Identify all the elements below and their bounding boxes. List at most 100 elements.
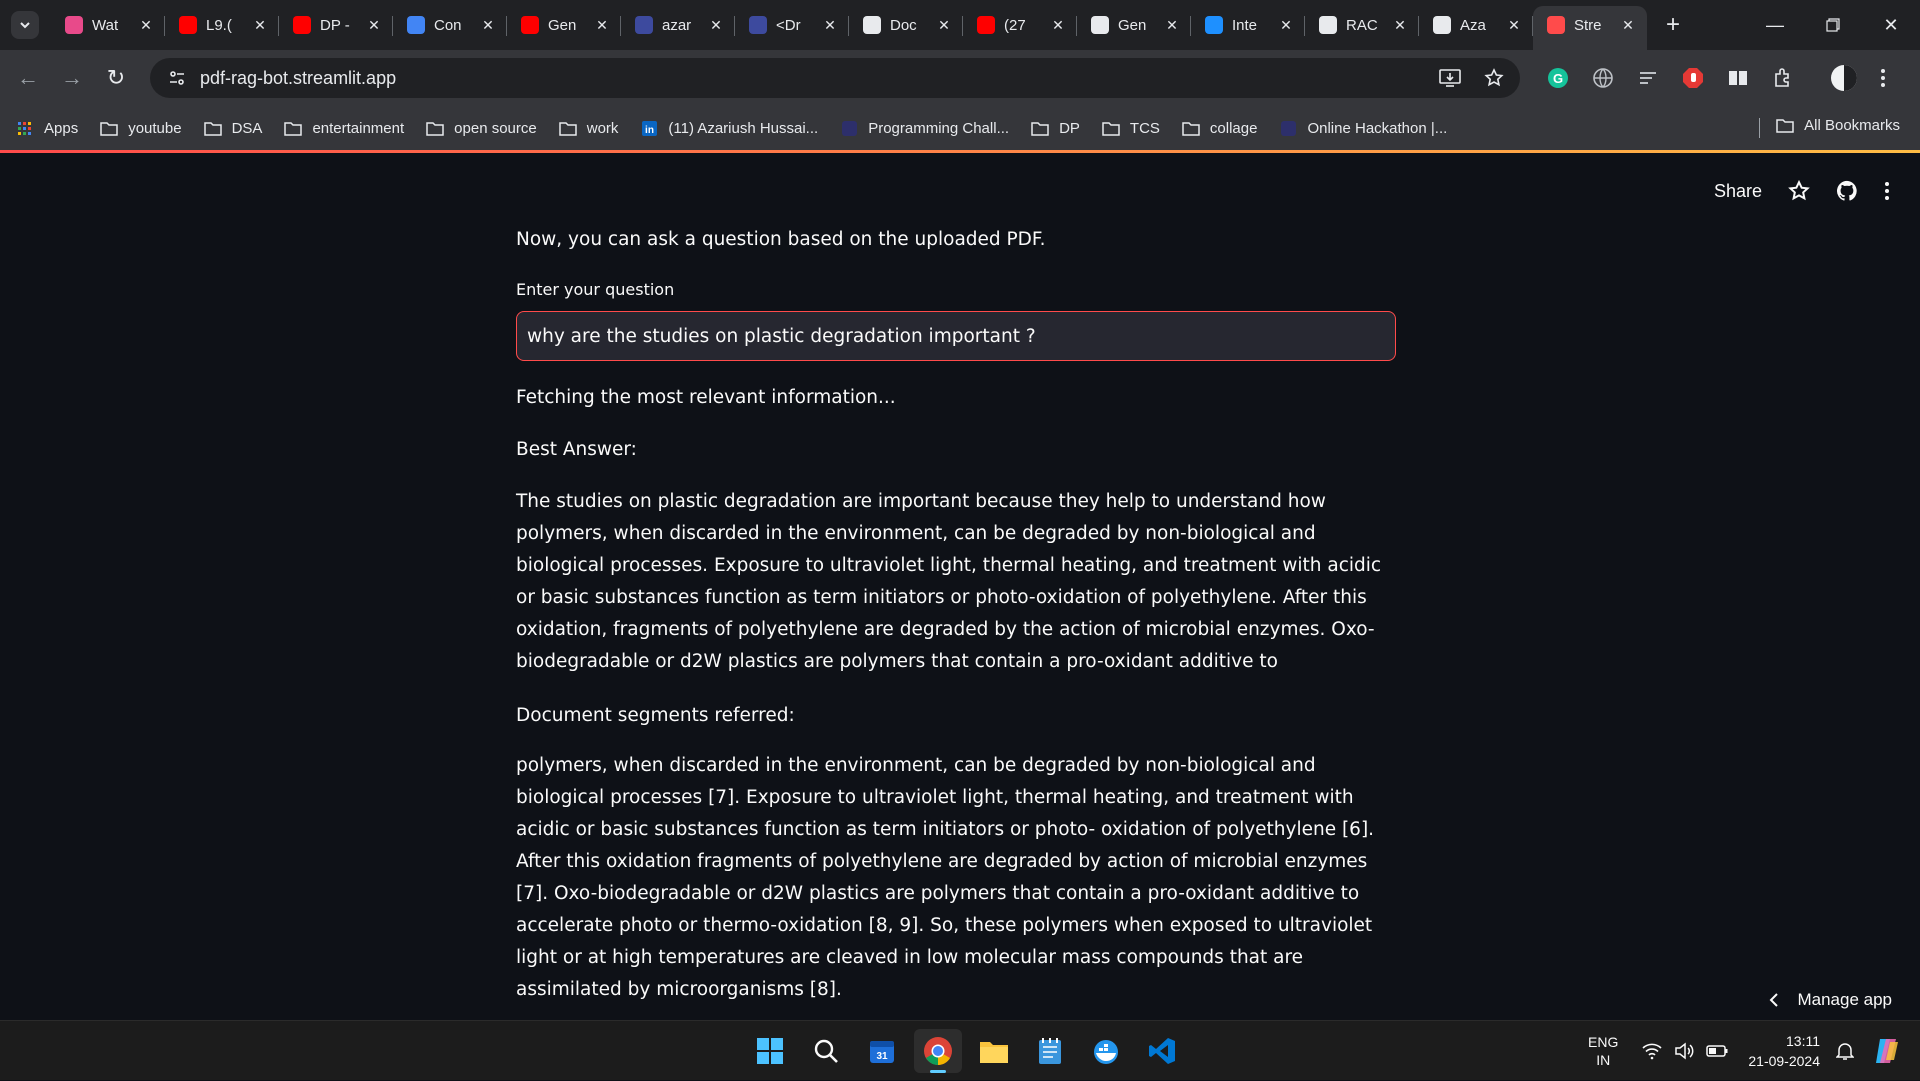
copilot-icon[interactable]	[1872, 1036, 1902, 1066]
back-arrow-icon[interactable]: ←	[8, 58, 48, 98]
reading-list-icon[interactable]	[1630, 60, 1666, 96]
browser-tab[interactable]: Stre ✕	[1533, 6, 1647, 50]
bookmarks-separator	[1759, 118, 1760, 138]
tab-close-icon[interactable]: ✕	[1391, 16, 1409, 34]
tab-close-icon[interactable]: ✕	[707, 16, 725, 34]
bookmark-item[interactable]: DSA	[203, 120, 262, 137]
tab-close-icon[interactable]: ✕	[821, 16, 839, 34]
browser-menu-icon[interactable]	[1871, 60, 1895, 96]
tab-close-icon[interactable]: ✕	[1505, 16, 1523, 34]
browser-tab[interactable]: DP - ✕	[279, 0, 393, 50]
file-explorer-icon[interactable]	[970, 1029, 1018, 1073]
bookmark-star-icon[interactable]	[1480, 64, 1508, 92]
star-icon[interactable]	[1788, 180, 1810, 202]
bookmark-label: (11) Azariush Hussai...	[668, 119, 819, 137]
tab-close-icon[interactable]: ✕	[1619, 16, 1637, 34]
bookmark-item[interactable]: Apps	[16, 120, 78, 137]
windows-start-icon[interactable]	[746, 1029, 794, 1073]
share-button[interactable]: Share	[1714, 181, 1762, 202]
calendar-app-icon[interactable]: 31	[858, 1029, 906, 1073]
app-header: Share	[1714, 180, 1890, 202]
notification-bell-icon[interactable]	[1836, 1041, 1854, 1061]
browser-tab[interactable]: Inte ✕	[1191, 0, 1305, 50]
battery-icon	[1706, 1045, 1728, 1057]
profile-avatar[interactable]	[1826, 60, 1862, 96]
browser-tab[interactable]: Doc ✕	[849, 0, 963, 50]
forward-arrow-icon[interactable]: →	[52, 58, 92, 98]
bookmark-item[interactable]: DP	[1031, 120, 1080, 137]
folder-icon	[1776, 119, 1794, 133]
tab-close-icon[interactable]: ✕	[1277, 16, 1295, 34]
bookmark-item[interactable]: in (11) Azariush Hussai...	[640, 120, 818, 137]
tab-close-icon[interactable]: ✕	[1049, 16, 1067, 34]
bookmark-item[interactable]: youtube	[100, 119, 182, 137]
github-icon[interactable]	[1836, 180, 1858, 202]
split-view-icon[interactable]	[1720, 60, 1756, 96]
bookmark-label: youtube	[128, 119, 182, 137]
bookmark-label: TCS	[1129, 119, 1160, 137]
tab-title: <Dr	[776, 16, 801, 34]
bookmark-label: entertainment	[312, 119, 405, 137]
browser-tab[interactable]: <Dr ✕	[735, 0, 849, 50]
tab-close-icon[interactable]: ✕	[935, 16, 953, 34]
bookmark-item[interactable]: Online Hackathon |...	[1279, 120, 1447, 137]
tab-close-icon[interactable]: ✕	[365, 16, 383, 34]
doc-segments-label: Document segments referred:	[516, 705, 795, 726]
extensions-puzzle-icon[interactable]	[1765, 60, 1801, 96]
browser-tab[interactable]: azar ✕	[621, 0, 735, 50]
globe-extension-icon[interactable]	[1585, 60, 1621, 96]
tab-title: RAC	[1346, 16, 1378, 34]
openai-icon	[863, 16, 881, 34]
bookmark-item[interactable]: TCS	[1102, 120, 1160, 137]
language-indicator[interactable]: ENG IN	[1588, 1033, 1618, 1069]
tab-close-icon[interactable]: ✕	[479, 16, 497, 34]
tab-search-chevron-icon[interactable]	[11, 11, 39, 39]
restore-button[interactable]	[1804, 0, 1862, 50]
system-tray: ENG IN 13:11 21-09-2024	[1588, 1021, 1920, 1081]
browser-tab[interactable]: Gen ✕	[1077, 0, 1191, 50]
browser-tab[interactable]: (27 ✕	[963, 0, 1077, 50]
browser-tab[interactable]: Con ✕	[393, 0, 507, 50]
bookmark-item[interactable]: entertainment	[284, 120, 404, 137]
tab-title: Wat	[92, 16, 119, 34]
browser-tab[interactable]: L9.(✕	[165, 0, 279, 50]
reload-icon[interactable]: ↻	[96, 58, 136, 98]
tab-close-icon[interactable]: ✕	[251, 16, 269, 34]
taskbar: 31 ENG IN 13:11 21-09-2024	[0, 1020, 1920, 1080]
browser-tab[interactable]: Gen ✕	[507, 0, 621, 50]
clock[interactable]: 13:11 21-09-2024	[1748, 1031, 1820, 1071]
folder-icon	[284, 121, 303, 136]
notepad-icon[interactable]	[1026, 1029, 1074, 1073]
tab-title: Gen	[1118, 16, 1147, 34]
browser-tab[interactable]: RAC ✕	[1305, 0, 1419, 50]
github-icon	[1433, 16, 1451, 34]
all-bookmarks-button[interactable]: All Bookmarks	[1776, 117, 1900, 134]
install-app-icon[interactable]	[1436, 64, 1464, 92]
bookmark-item[interactable]: Programming Chall...	[840, 120, 1009, 137]
manage-app-button[interactable]: Manage app	[1769, 990, 1892, 1010]
bookmark-item[interactable]: open source	[426, 120, 537, 137]
bookmark-item[interactable]: collage	[1182, 120, 1257, 137]
site-settings-icon[interactable]	[164, 65, 190, 91]
address-bar[interactable]: pdf-rag-bot.streamlit.app	[150, 58, 1520, 98]
grammarly-icon[interactable]: G	[1540, 60, 1576, 96]
chrome-app-icon[interactable]	[914, 1029, 962, 1073]
browser-tab[interactable]: Aza ✕	[1419, 0, 1533, 50]
app-menu-icon[interactable]	[1884, 181, 1890, 201]
new-tab-button[interactable]: +	[1655, 7, 1691, 43]
question-input[interactable]	[516, 311, 1396, 361]
vscode-icon[interactable]	[1138, 1029, 1186, 1073]
bookmark-item[interactable]: work	[558, 120, 618, 137]
search-icon[interactable]	[802, 1029, 850, 1073]
quick-settings[interactable]	[1642, 1042, 1728, 1060]
tab-close-icon[interactable]: ✕	[137, 16, 155, 34]
close-window-button[interactable]: ✕	[1862, 0, 1920, 50]
browser-tab[interactable]: Wat ✕	[51, 0, 165, 50]
tab-close-icon[interactable]: ✕	[1163, 16, 1181, 34]
docker-icon[interactable]	[1082, 1029, 1130, 1073]
adblock-icon[interactable]	[1675, 60, 1711, 96]
bookmark-label: Programming Chall...	[868, 119, 1010, 137]
youtube-icon	[179, 16, 197, 34]
minimize-button[interactable]: —	[1746, 0, 1804, 50]
tab-close-icon[interactable]: ✕	[593, 16, 611, 34]
